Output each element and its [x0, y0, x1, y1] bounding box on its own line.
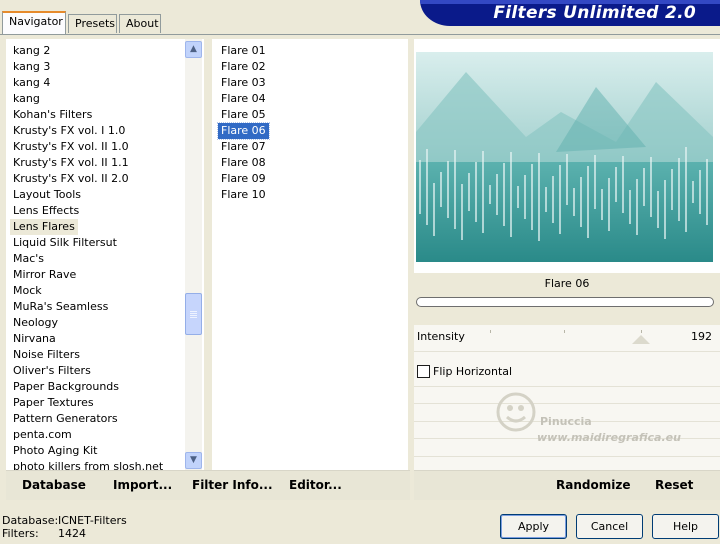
database-label: Database:: [2, 514, 59, 527]
reset-button[interactable]: Reset: [655, 478, 693, 492]
tab-about[interactable]: About: [119, 14, 161, 33]
filter-item[interactable]: Flare 02: [218, 59, 269, 75]
category-item[interactable]: Krusty's FX vol. II 2.0: [10, 171, 132, 187]
category-item[interactable]: kang 4: [10, 75, 53, 91]
help-button[interactable]: Help: [652, 514, 719, 539]
flip-horizontal-label[interactable]: Flip Horizontal: [433, 365, 512, 378]
scroll-up-button[interactable]: ▲: [185, 41, 202, 58]
progress-bar: [416, 297, 714, 307]
category-item[interactable]: Noise Filters: [10, 347, 83, 363]
watermark-name: Pinuccia: [540, 415, 592, 428]
intensity-label: Intensity: [417, 330, 465, 343]
filter-item[interactable]: Flare 10: [218, 187, 269, 203]
category-item[interactable]: Krusty's FX vol. I 1.0: [10, 123, 128, 139]
randomize-button[interactable]: Randomize: [556, 478, 630, 492]
tab-navigator[interactable]: Navigator: [2, 11, 66, 34]
watermark-url: www.maidiregrafica.eu: [537, 431, 681, 444]
grip-line: [190, 311, 197, 312]
category-item[interactable]: Oliver's Filters: [10, 363, 94, 379]
filter-item[interactable]: Flare 07: [218, 139, 269, 155]
filter-item[interactable]: Flare 01: [218, 43, 269, 59]
category-item[interactable]: Liquid Silk Filtersut: [10, 235, 120, 251]
category-item[interactable]: kang 3: [10, 59, 53, 75]
filter-item[interactable]: Flare 08: [218, 155, 269, 171]
category-item[interactable]: MuRa's Seamless: [10, 299, 111, 315]
tab-presets[interactable]: Presets: [68, 14, 117, 33]
preview-area: [414, 39, 720, 273]
category-item[interactable]: Lens Effects: [10, 203, 82, 219]
database-button[interactable]: Database: [22, 478, 86, 492]
grip-line: [190, 315, 197, 316]
category-item[interactable]: Krusty's FX vol. II 1.0: [10, 139, 132, 155]
category-item[interactable]: Pattern Generators: [10, 411, 121, 427]
slider-tick: [564, 330, 565, 333]
filter-info-button[interactable]: Filter Info...: [192, 478, 273, 492]
category-item[interactable]: Paper Backgrounds: [10, 379, 122, 395]
watermark-logo: [496, 392, 536, 432]
scroll-down-button[interactable]: ▼: [185, 452, 202, 469]
app-title: Filters Unlimited 2.0: [493, 3, 696, 23]
left-toolbar: Database Import... Filter Info... Editor…: [6, 470, 410, 500]
category-item[interactable]: Photo Aging Kit: [10, 443, 100, 459]
category-item[interactable]: Kohan's Filters: [10, 107, 95, 123]
filter-item[interactable]: Flare 03: [218, 75, 269, 91]
category-item[interactable]: Paper Textures: [10, 395, 97, 411]
selected-filter-name: Flare 06: [414, 273, 720, 295]
divider: [414, 456, 720, 457]
flip-horizontal-checkbox[interactable]: [417, 365, 430, 378]
slider-tick: [641, 330, 642, 333]
preview-image: [416, 52, 713, 262]
category-scrollbar[interactable]: ▲ ▼: [185, 39, 202, 471]
category-item[interactable]: Mac's: [10, 251, 47, 267]
category-item[interactable]: Neology: [10, 315, 61, 331]
filter-item[interactable]: Flare 04: [218, 91, 269, 107]
filter-list[interactable]: Flare 01 Flare 02 Flare 03 Flare 04 Flare 05…: [212, 39, 408, 471]
divider: [414, 351, 720, 352]
filters-count: 1424: [58, 527, 86, 540]
filter-controls: Intensity 192 Flip Horizontal: [414, 325, 720, 473]
category-item[interactable]: Krusty's FX vol. II 1.1: [10, 155, 132, 171]
filter-item[interactable]: Flare 09: [218, 171, 269, 187]
grip-line: [190, 313, 197, 314]
category-item[interactable]: Nirvana: [10, 331, 59, 347]
scroll-thumb[interactable]: [185, 293, 202, 335]
slider-tick: [490, 330, 491, 333]
filters-label: Filters:: [2, 527, 39, 540]
category-item[interactable]: Lens Flares: [10, 219, 78, 235]
apply-button[interactable]: Apply: [500, 514, 567, 539]
app-banner: Filters Unlimited 2.0: [420, 0, 720, 26]
tab-bar: Navigator Presets About: [0, 0, 420, 34]
category-item[interactable]: Mirror Rave: [10, 267, 79, 283]
category-item[interactable]: Mock: [10, 283, 45, 299]
category-item[interactable]: kang 2: [10, 43, 53, 59]
editor-button[interactable]: Editor...: [289, 478, 342, 492]
category-item[interactable]: Layout Tools: [10, 187, 84, 203]
database-value: ICNET-Filters: [58, 514, 127, 527]
cancel-button[interactable]: Cancel: [576, 514, 643, 539]
right-toolbar: Randomize Reset: [414, 470, 720, 500]
category-item[interactable]: penta.com: [10, 427, 75, 443]
grip-line: [190, 317, 197, 318]
category-item[interactable]: kang: [10, 91, 43, 107]
divider: [414, 386, 720, 387]
intensity-slider[interactable]: [632, 335, 650, 344]
filter-item[interactable]: Flare 06: [217, 122, 270, 140]
category-list[interactable]: kang 2 kang 3 kang 4 kang Kohan's Filters Kru…: [6, 39, 204, 471]
intensity-value: 192: [691, 330, 712, 343]
filter-item[interactable]: Flare 05: [218, 107, 269, 123]
import-button[interactable]: Import...: [113, 478, 172, 492]
divider: [414, 403, 720, 404]
